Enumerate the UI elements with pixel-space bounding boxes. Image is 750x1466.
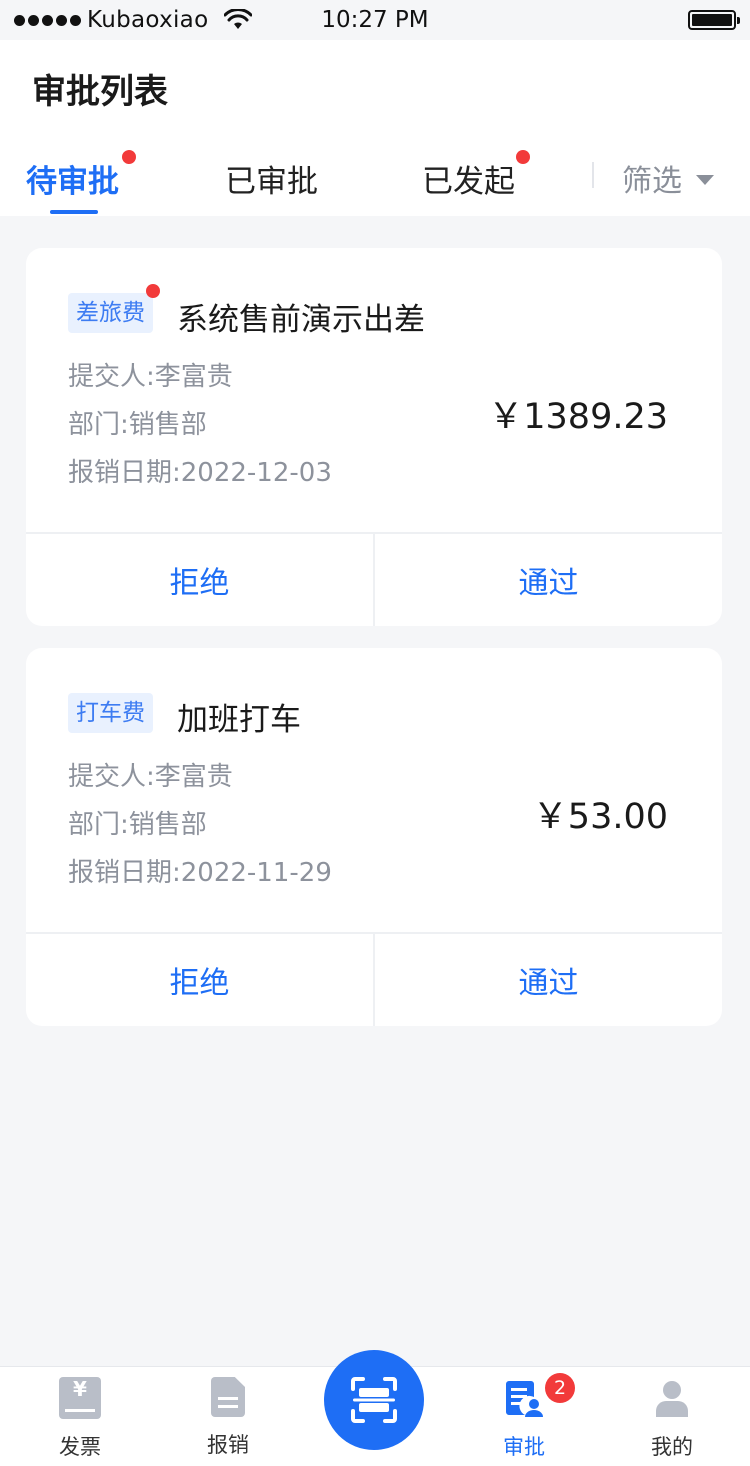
submitter: 提交人:李富贵 (68, 762, 233, 792)
bottom-nav: ¥ 发票 报销 审批 2 我的 (0, 1350, 750, 1466)
carrier-name: Kubaoxiao (87, 7, 209, 33)
status-bar-left: Kubaoxiao (14, 7, 253, 33)
card-title: 加班打车 (177, 702, 301, 738)
filter-label: 筛选 (622, 164, 682, 199)
document-icon (211, 1377, 245, 1417)
tab-initiated[interactable]: 已发起 (422, 156, 515, 201)
approve-button[interactable]: 通过 (373, 934, 722, 1026)
reject-button[interactable]: 拒绝 (26, 534, 373, 626)
scan-icon (351, 1377, 397, 1423)
amount: ￥1389.23 (488, 397, 668, 437)
nav-label: 审批 (503, 1435, 545, 1459)
card-actions: 拒绝 通过 (26, 932, 722, 1026)
approval-icon (506, 1381, 543, 1417)
reimburse-date: 报销日期:2022-12-03 (68, 458, 332, 488)
tab-bar: 待审批 已审批 已发起 筛选 (0, 140, 750, 216)
reject-button[interactable]: 拒绝 (26, 934, 373, 1026)
tab-initiated-dot (516, 150, 530, 164)
page-title: 审批列表 (32, 72, 168, 112)
approval-card[interactable]: 打车费 加班打车 提交人:李富贵 部门:销售部 报销日期:2022-11-29 … (26, 648, 722, 1026)
card-actions: 拒绝 通过 (26, 532, 722, 626)
wifi-icon (224, 9, 253, 29)
submitter: 提交人:李富贵 (68, 362, 233, 392)
tab-approved[interactable]: 已审批 (225, 156, 318, 201)
card-body[interactable]: 打车费 加班打车 提交人:李富贵 部门:销售部 报销日期:2022-11-29 … (26, 648, 722, 932)
header: 审批列表 待审批 已审批 已发起 筛选 (0, 40, 750, 216)
nav-item-invoice[interactable]: ¥ 发票 (30, 1377, 130, 1461)
expense-type-tag: 差旅费 (68, 293, 153, 333)
nav-item-reimburse[interactable]: 报销 (178, 1377, 278, 1459)
reimburse-date: 报销日期:2022-11-29 (68, 858, 332, 888)
status-bar-right (688, 10, 740, 30)
approve-button[interactable]: 通过 (373, 534, 722, 626)
person-icon (656, 1381, 688, 1417)
nav-item-profile[interactable]: 我的 (622, 1377, 722, 1461)
unread-dot (146, 284, 160, 298)
department: 部门:销售部 (68, 810, 207, 840)
status-bar: Kubaoxiao 10:27 PM (0, 0, 750, 40)
nav-label: 报销 (207, 1433, 249, 1457)
notification-badge: 2 (545, 1373, 575, 1403)
caret-down-icon (696, 175, 714, 185)
tab-divider (592, 162, 594, 188)
signal-strength-icon (14, 14, 81, 26)
scan-button[interactable] (324, 1350, 424, 1450)
tab-pending[interactable]: 待审批 (26, 156, 119, 201)
amount: ￥53.00 (532, 797, 668, 837)
tab-pending-dot (122, 150, 136, 164)
card-title: 系统售前演示出差 (177, 302, 425, 338)
active-tab-indicator (50, 210, 98, 214)
card-body[interactable]: 差旅费 系统售前演示出差 提交人:李富贵 部门:销售部 报销日期:2022-12… (26, 248, 722, 532)
department: 部门:销售部 (68, 410, 207, 440)
approval-card[interactable]: 差旅费 系统售前演示出差 提交人:李富贵 部门:销售部 报销日期:2022-12… (26, 248, 722, 626)
invoice-icon: ¥ (59, 1377, 101, 1419)
battery-icon (688, 10, 740, 30)
filter-button[interactable]: 筛选 (622, 156, 714, 200)
nav-label: 发票 (59, 1435, 101, 1459)
nav-label: 我的 (651, 1435, 693, 1459)
expense-type-tag: 打车费 (68, 693, 153, 733)
